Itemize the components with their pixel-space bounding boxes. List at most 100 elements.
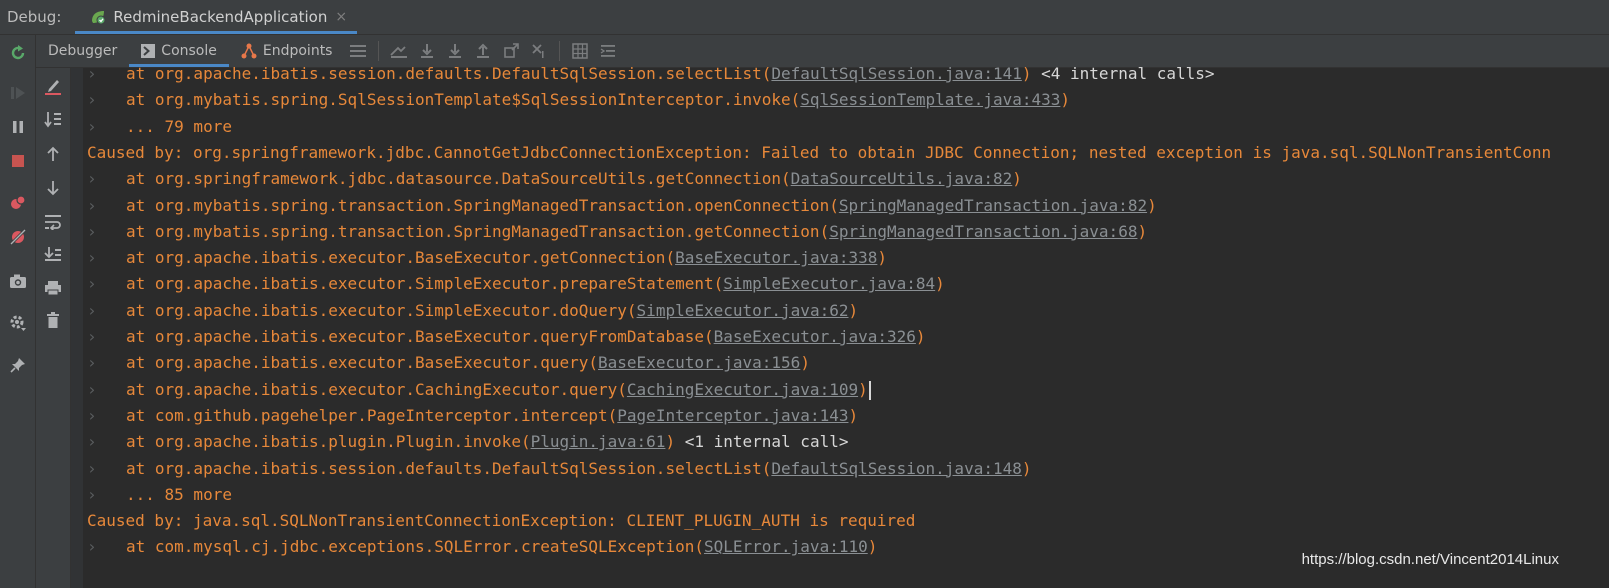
line-text: ... 85 more — [126, 484, 232, 504]
stack-trace-line: › at org.apache.ibatis.session.defaults.D… — [87, 61, 1215, 87]
line-text-suffix: ) — [858, 379, 868, 399]
stack-trace-line: › at org.mybatis.spring.transaction.Sprin… — [87, 219, 1147, 245]
line-text-suffix: ) — [1012, 169, 1022, 189]
line-text-suffix: ) — [915, 327, 926, 346]
line-text: Caused by: java.sql.SQLNonTransientConne… — [87, 511, 916, 531]
up-arrow-icon[interactable] — [43, 144, 63, 164]
line-text-suffix: ) — [1060, 90, 1071, 110]
source-link[interactable]: BaseExecutor.java:326 — [714, 327, 916, 346]
pin-icon[interactable] — [8, 355, 28, 375]
fold-chevron-icon[interactable]: › — [87, 377, 126, 403]
internal-calls-fold[interactable]: <4 internal calls> — [1032, 64, 1214, 83]
source-link[interactable]: BaseExecutor.java:338 — [675, 248, 877, 267]
fold-chevron-icon[interactable]: › — [87, 61, 126, 87]
fold-chevron-icon[interactable]: › — [87, 114, 126, 140]
pause-icon[interactable] — [8, 117, 28, 137]
line-text: at org.apache.ibatis.executor.BaseExecut… — [126, 327, 714, 346]
source-link[interactable]: PageInterceptor.java:143 — [617, 406, 848, 425]
fold-chevron-icon[interactable]: › — [87, 219, 126, 245]
source-link[interactable]: SimpleExecutor.java:62 — [637, 301, 849, 320]
line-text-suffix: ) — [800, 353, 810, 373]
line-text: at org.mybatis.spring.transaction.Spring… — [126, 195, 839, 215]
mute-breakpoints-icon[interactable] — [8, 227, 28, 247]
internal-calls-fold[interactable]: <1 internal call> — [675, 432, 849, 451]
line-text: at org.apache.ibatis.executor.BaseExecut… — [126, 353, 599, 373]
run-tab-label: RedmineBackendApplication — [113, 8, 328, 26]
fold-chevron-icon[interactable]: › — [87, 482, 126, 508]
line-text: at org.springframework.jdbc.datasource.D… — [126, 169, 791, 189]
run-config-tab[interactable]: RedmineBackendApplication × — [75, 0, 358, 34]
console-icon — [141, 44, 156, 58]
scroll-to-end-icon[interactable] — [43, 244, 63, 264]
sort-icon[interactable] — [43, 110, 63, 130]
stack-trace-line: › at org.apache.ibatis.executor.SimpleExe… — [87, 271, 945, 297]
view-breakpoints-icon[interactable] — [8, 193, 28, 213]
fold-chevron-icon[interactable]: › — [87, 271, 126, 297]
fold-chevron-icon[interactable]: › — [87, 403, 126, 429]
line-text-suffix: ) — [1147, 195, 1157, 215]
fold-chevron-icon[interactable]: › — [87, 456, 126, 482]
toolbar-separator — [559, 41, 561, 61]
source-link[interactable]: BaseExecutor.java:156 — [598, 353, 800, 372]
source-link[interactable]: SqlSessionTemplate.java:433 — [800, 90, 1060, 109]
resume-icon[interactable] — [8, 83, 28, 103]
line-text-suffix: ) — [848, 405, 859, 425]
toolbar-separator — [378, 41, 380, 61]
watermark: https://blog.csdn.net/Vincent2014Linux — [1301, 551, 1559, 568]
line-text: at org.apache.ibatis.executor.BaseExecut… — [126, 248, 676, 268]
line-text-suffix: ) — [665, 432, 676, 452]
source-link[interactable]: DataSourceUtils.java:82 — [791, 169, 1013, 188]
console-output[interactable]: › at org.apache.ibatis.session.defaults.D… — [87, 61, 1609, 588]
spring-boot-icon — [92, 11, 106, 25]
close-icon[interactable]: × — [335, 9, 347, 25]
stack-trace-line: › at org.apache.ibatis.executor.BaseExecu… — [87, 350, 810, 376]
trash-icon[interactable] — [43, 310, 63, 330]
source-link[interactable]: Plugin.java:61 — [531, 432, 666, 451]
line-text: at com.mysql.cj.jdbc.exceptions.SQLError… — [126, 537, 704, 557]
fold-chevron-icon[interactable]: › — [87, 298, 126, 324]
line-text-suffix: ) — [935, 274, 945, 294]
line-text: at org.apache.ibatis.plugin.Plugin.invok… — [126, 432, 531, 452]
tab-debugger-label: Debugger — [48, 43, 118, 59]
clear-edit-icon[interactable] — [43, 76, 63, 96]
rerun-icon[interactable] — [8, 43, 28, 63]
stop-icon[interactable] — [8, 151, 28, 171]
fold-chevron-icon[interactable]: › — [87, 245, 126, 271]
camera-icon[interactable] — [8, 271, 28, 291]
fold-chevron-icon[interactable]: › — [87, 324, 126, 350]
exception-cause-line: Caused by: java.sql.SQLNonTransientConne… — [87, 508, 915, 534]
stack-trace-line: › at org.mybatis.spring.transaction.Sprin… — [87, 193, 1157, 219]
line-text: at org.apache.ibatis.executor.SimpleExec… — [126, 274, 724, 294]
source-link[interactable]: SQLError.java:110 — [704, 537, 868, 556]
line-text-suffix: ) — [867, 537, 878, 557]
stack-trace-line: › at org.apache.ibatis.executor.CachingEx… — [87, 377, 871, 403]
fold-chevron-icon[interactable]: › — [87, 534, 126, 560]
line-text-suffix: ) — [1021, 64, 1032, 83]
line-text: at org.apache.ibatis.session.defaults.De… — [126, 458, 772, 478]
fold-chevron-icon[interactable]: › — [87, 429, 126, 455]
soft-wrap-icon[interactable] — [43, 212, 63, 232]
settings-icon[interactable] — [8, 313, 28, 333]
stack-trace-line: › at org.apache.ibatis.session.defaults.D… — [87, 456, 1032, 482]
line-text: at com.github.pagehelper.PageInterceptor… — [126, 405, 618, 425]
line-text: at org.apache.ibatis.executor.SimpleExec… — [126, 300, 637, 320]
print-icon[interactable] — [43, 278, 63, 298]
endpoints-icon — [241, 43, 257, 59]
stack-trace-line: › at com.github.pagehelper.PageIntercepto… — [87, 403, 858, 429]
fold-chevron-icon[interactable]: › — [87, 166, 126, 192]
tab-console-label: Console — [161, 43, 217, 59]
source-link[interactable]: SpringManagedTransaction.java:68 — [829, 222, 1137, 241]
fold-chevron-icon[interactable]: › — [87, 87, 126, 113]
source-link[interactable]: DefaultSqlSession.java:141 — [771, 64, 1021, 83]
fold-chevron-icon[interactable]: › — [87, 193, 126, 219]
debug-tool-window-header: Debug: RedmineBackendApplication × — [0, 0, 1609, 35]
source-link[interactable]: SimpleExecutor.java:84 — [723, 274, 935, 293]
console-toolbar — [36, 68, 71, 588]
source-link[interactable]: CachingExecutor.java:109 — [627, 380, 858, 399]
down-arrow-icon[interactable] — [43, 178, 63, 198]
source-link[interactable]: DefaultSqlSession.java:148 — [771, 459, 1021, 478]
source-link[interactable]: SpringManagedTransaction.java:82 — [839, 196, 1147, 215]
fold-chevron-icon[interactable]: › — [87, 350, 126, 376]
exception-cause-line: Caused by: org.springframework.jdbc.Cann… — [87, 140, 1551, 166]
line-text-suffix: ) — [877, 248, 888, 268]
